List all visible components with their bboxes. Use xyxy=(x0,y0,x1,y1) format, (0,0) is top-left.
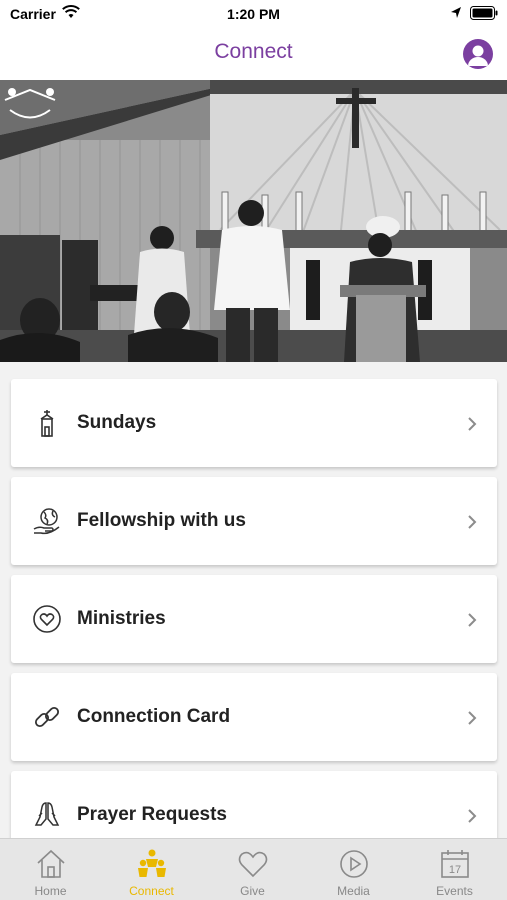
menu-item-ministries[interactable]: Ministries xyxy=(11,575,497,663)
menu-item-label: Prayer Requests xyxy=(77,804,227,825)
tab-bar: Home Connect Give Media 17 Events xyxy=(0,838,507,900)
praying-hands-icon xyxy=(34,802,60,826)
tab-label: Home xyxy=(34,884,67,898)
play-icon xyxy=(340,850,368,878)
church-icon xyxy=(40,410,54,437)
calendar-date: 17 xyxy=(449,864,461,876)
tab-media[interactable]: Media xyxy=(303,839,404,900)
tab-home[interactable]: Home xyxy=(0,839,101,900)
tab-give[interactable]: Give xyxy=(202,839,303,900)
link-icon xyxy=(34,706,60,728)
menu-item-sundays[interactable]: Sundays xyxy=(11,379,497,467)
chevron-right-icon xyxy=(468,613,477,627)
profile-button[interactable] xyxy=(463,39,493,69)
calendar-icon: 17 xyxy=(441,850,469,878)
tab-label: Media xyxy=(337,884,370,898)
menu-item-label: Connection Card xyxy=(77,706,231,727)
menu-item-connection-card[interactable]: Connection Card xyxy=(11,673,497,761)
tab-label: Events xyxy=(436,884,473,898)
location-arrow-icon xyxy=(451,7,461,18)
globe-hand-icon xyxy=(33,508,60,535)
menu-item-label: Sundays xyxy=(77,412,157,433)
battery-icon xyxy=(470,6,498,20)
navigation-bar: Connect xyxy=(0,28,507,80)
tab-label: Give xyxy=(240,884,265,898)
heart-icon xyxy=(238,851,268,878)
chevron-right-icon xyxy=(468,809,477,823)
chevron-right-icon xyxy=(468,417,477,431)
page-title: Connect xyxy=(214,40,293,63)
chevron-right-icon xyxy=(468,711,477,725)
user-icon xyxy=(468,45,488,66)
menu-item-label: Ministries xyxy=(77,608,166,629)
hero-photo xyxy=(0,80,507,362)
home-icon xyxy=(37,849,65,878)
clock: 1:20 PM xyxy=(227,6,280,22)
tab-connect[interactable]: Connect xyxy=(101,839,202,900)
people-icon xyxy=(138,849,166,877)
tab-events[interactable]: 17 Events xyxy=(404,839,505,900)
menu-item-fellowship[interactable]: Fellowship with us xyxy=(11,477,497,565)
heart-circle-icon xyxy=(33,605,61,633)
menu-item-label: Fellowship with us xyxy=(77,510,246,531)
status-bar: Carrier 1:20 PM xyxy=(0,0,507,28)
chevron-right-icon xyxy=(468,515,477,529)
tab-label: Connect xyxy=(129,884,174,898)
